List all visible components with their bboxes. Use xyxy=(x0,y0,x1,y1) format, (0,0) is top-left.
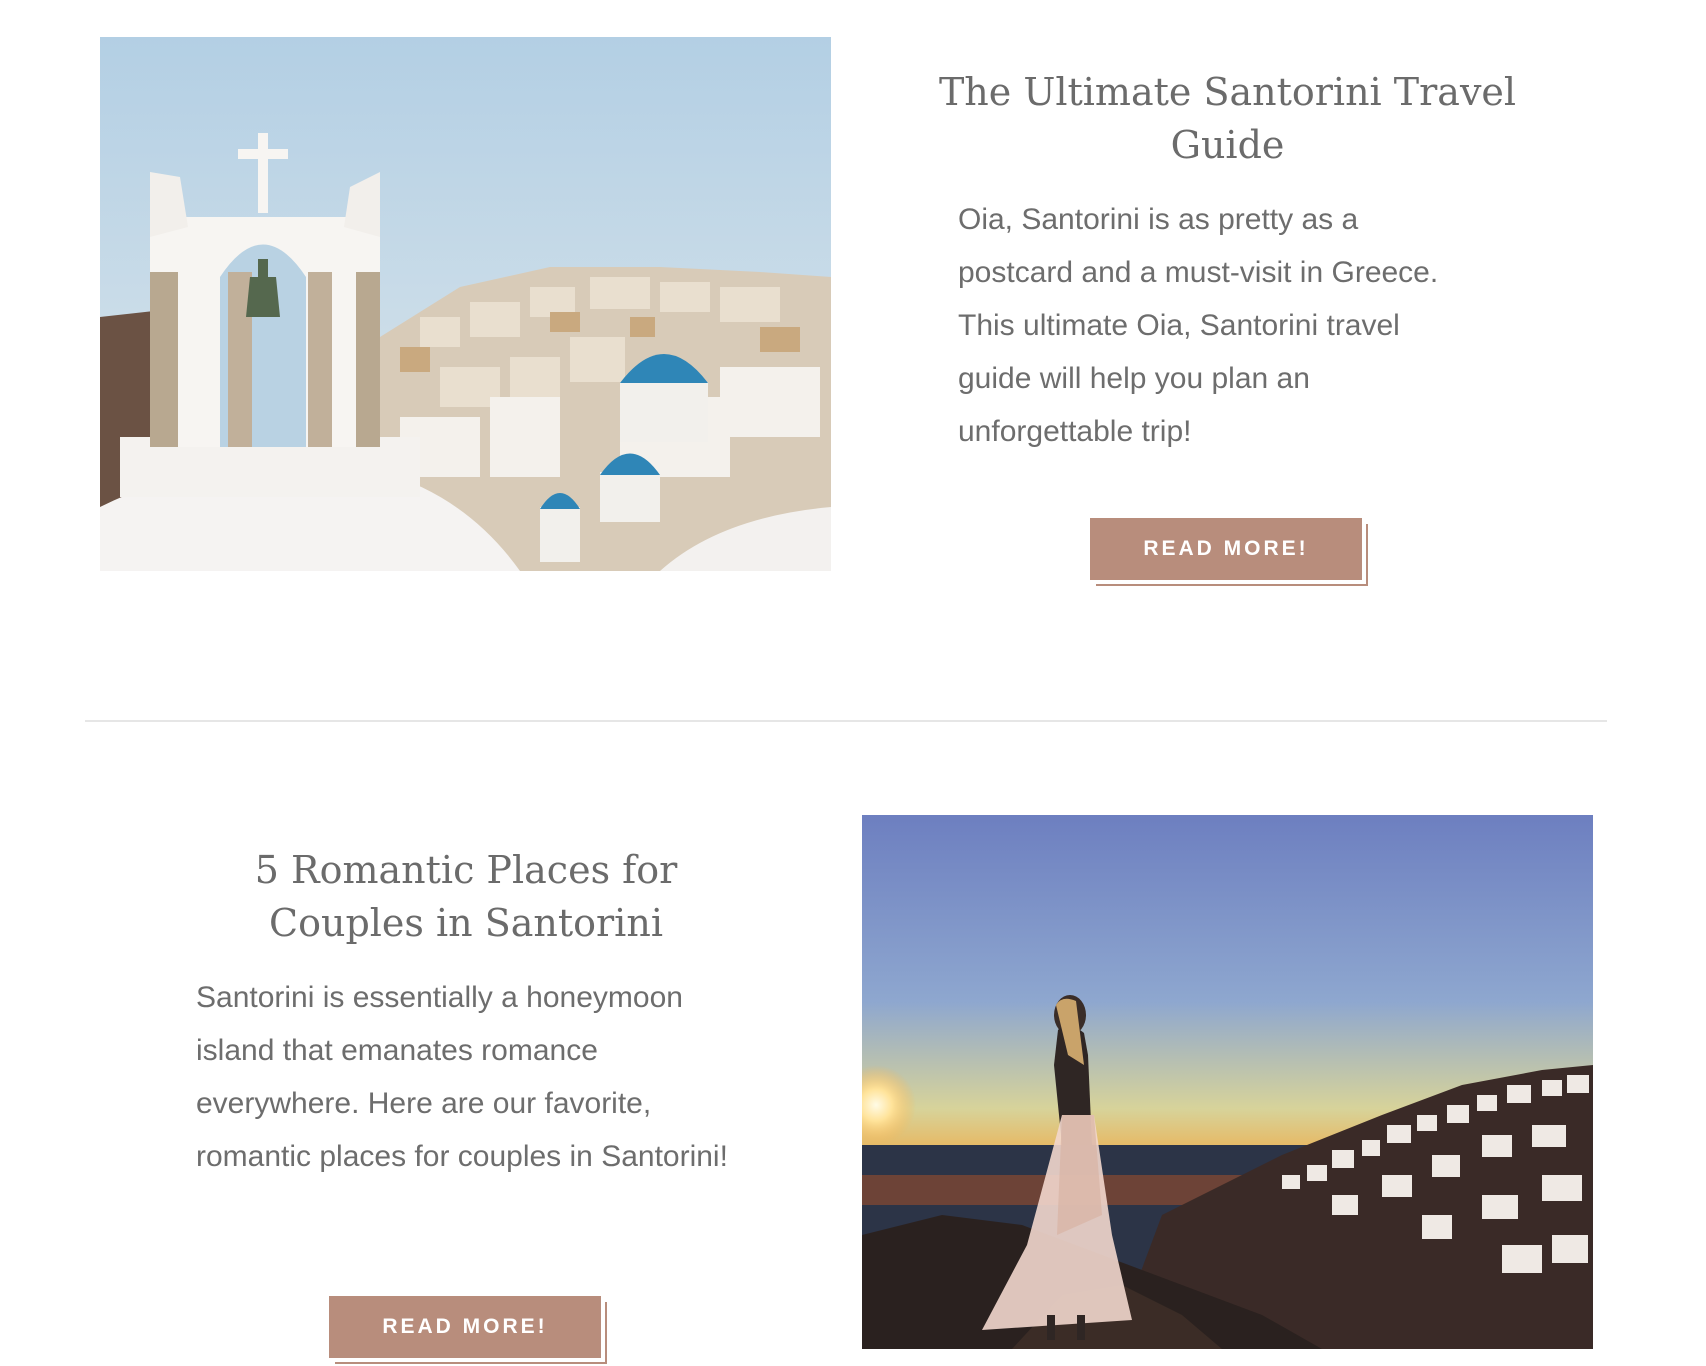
post-excerpt: Santorini is essentially a honeymoon isl… xyxy=(196,981,728,1173)
post-image-santorini-bell-tower[interactable] xyxy=(100,37,831,571)
read-more-button[interactable]: READ MORE! xyxy=(1090,518,1368,586)
post-image-santorini-sunset[interactable] xyxy=(862,815,1593,1349)
read-more-button[interactable]: READ MORE! xyxy=(329,1296,607,1364)
post-title[interactable]: The Ultimate Santorini Travel Guide xyxy=(900,66,1555,172)
post-excerpt: Oia, Santorini is as pretty as a postcar… xyxy=(958,203,1439,448)
post-title[interactable]: 5 Romantic Places for Couples in Santori… xyxy=(196,844,736,950)
bell-tower-photo xyxy=(100,37,831,571)
post-divider xyxy=(85,720,1607,722)
sunset-photo xyxy=(862,815,1593,1349)
